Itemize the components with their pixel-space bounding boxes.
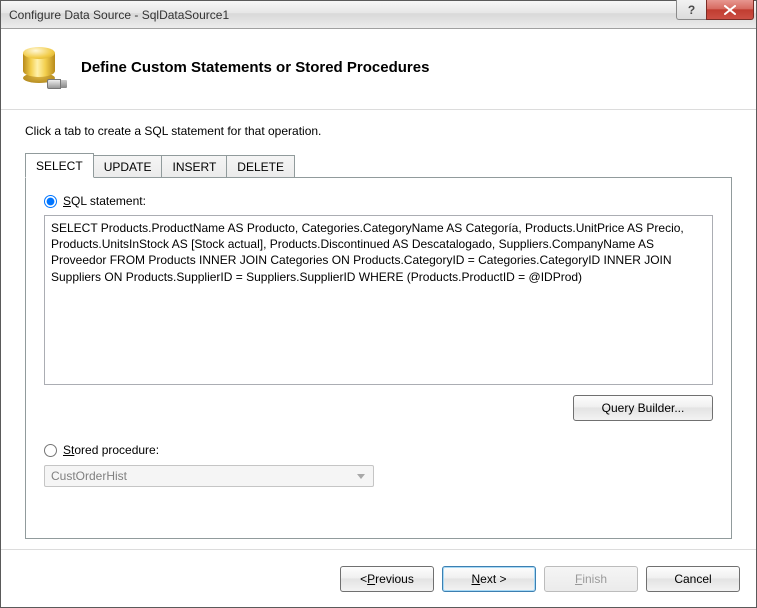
stored-procedure-value: CustOrderHist xyxy=(51,469,127,483)
wizard-header: Define Custom Statements or Stored Proce… xyxy=(1,29,756,110)
stored-procedure-radio[interactable] xyxy=(44,444,57,457)
dialog-window: Configure Data Source - SqlDataSource1 ? xyxy=(0,0,757,608)
query-builder-label: Query Builder... xyxy=(602,401,685,415)
tab-delete-label: DELETE xyxy=(237,160,284,174)
help-icon: ? xyxy=(688,3,695,17)
help-button[interactable]: ? xyxy=(676,0,706,20)
content-area: Click a tab to create a SQL statement fo… xyxy=(1,110,756,549)
close-button[interactable] xyxy=(706,0,754,20)
page-title: Define Custom Statements or Stored Proce… xyxy=(81,59,429,76)
tab-select-label: SELECT xyxy=(36,159,83,173)
stored-procedure-select: CustOrderHist xyxy=(44,465,374,487)
tabstrip: SELECT UPDATE INSERT DELETE xyxy=(25,152,732,177)
tab-insert[interactable]: INSERT xyxy=(161,155,227,178)
titlebar-buttons: ? xyxy=(676,1,754,28)
cancel-button[interactable]: Cancel xyxy=(646,566,740,592)
stored-procedure-label: Stored procedure: xyxy=(63,443,159,457)
sql-statement-option: SQL statement: xyxy=(44,194,713,208)
query-builder-button[interactable]: Query Builder... xyxy=(573,395,713,421)
sql-statement-radio[interactable] xyxy=(44,195,57,208)
tab-delete[interactable]: DELETE xyxy=(226,155,295,178)
tab-pane-select: SQL statement: Query Builder... Stored p… xyxy=(25,177,732,539)
tab-insert-label: INSERT xyxy=(172,160,216,174)
tab-select[interactable]: SELECT xyxy=(25,153,94,178)
finish-button: Finish xyxy=(544,566,638,592)
tab-update-label: UPDATE xyxy=(104,160,152,174)
close-icon xyxy=(724,5,736,15)
stored-procedure-option: Stored procedure: xyxy=(44,443,713,457)
database-icon xyxy=(19,43,67,91)
client-area: Define Custom Statements or Stored Proce… xyxy=(1,29,756,607)
tab-update[interactable]: UPDATE xyxy=(93,155,163,178)
instruction-text: Click a tab to create a SQL statement fo… xyxy=(25,124,732,138)
next-button[interactable]: Next > xyxy=(442,566,536,592)
cancel-label: Cancel xyxy=(674,572,711,586)
window-title: Configure Data Source - SqlDataSource1 xyxy=(1,8,676,22)
sql-statement-textarea[interactable] xyxy=(44,215,713,385)
query-builder-row: Query Builder... xyxy=(44,395,713,421)
titlebar: Configure Data Source - SqlDataSource1 ? xyxy=(1,1,756,29)
footer-buttons: < Previous Next > Finish Cancel xyxy=(1,549,756,607)
previous-button[interactable]: < Previous xyxy=(340,566,434,592)
sql-statement-label: SQL statement: xyxy=(63,194,146,208)
